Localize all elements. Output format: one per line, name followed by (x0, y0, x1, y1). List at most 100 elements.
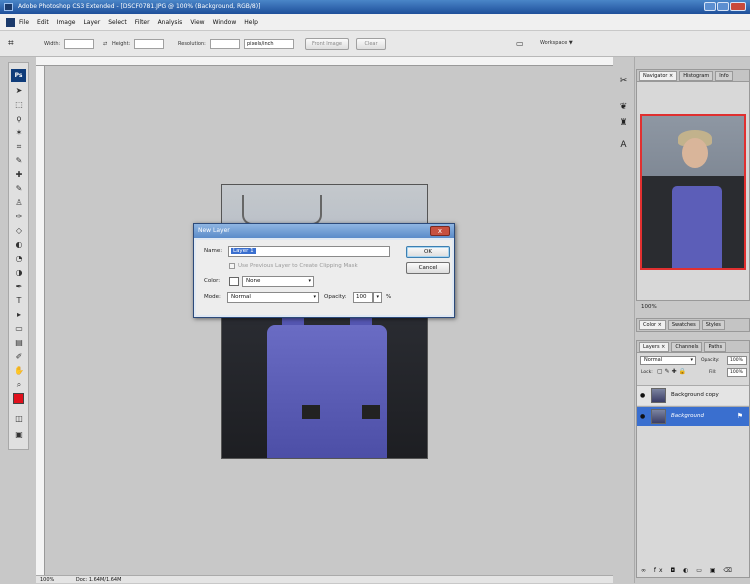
menu-file[interactable]: File (19, 19, 29, 26)
brushes-dock-icon[interactable]: ❦ (617, 101, 630, 113)
pen-tool-icon[interactable]: ✒ (13, 281, 25, 292)
slice-tool-icon[interactable]: ✎ (13, 155, 25, 166)
tab-navigator[interactable]: Navigator × (639, 70, 678, 81)
opacity-input[interactable]: 100 (353, 292, 373, 303)
menu-analysis[interactable]: Analysis (158, 19, 183, 26)
layer-lock-icon: ⚑ (736, 412, 743, 420)
resolution-input[interactable] (210, 39, 240, 49)
path-selection-tool-icon[interactable]: ▸ (13, 309, 25, 320)
blur-tool-icon[interactable]: ◔ (13, 253, 25, 264)
visibility-eye-icon[interactable]: ● (640, 392, 645, 399)
menu-view[interactable]: View (190, 19, 204, 26)
eraser-tool-icon[interactable]: ◇ (13, 225, 25, 236)
opacity-slider-toggle[interactable]: ▾ (373, 292, 382, 303)
fill-label: Fill: (709, 370, 717, 375)
layer-name: Background (671, 413, 704, 419)
close-window-button[interactable] (730, 2, 746, 11)
fill-input[interactable]: 100% (727, 368, 747, 377)
clone-stamp-tool-icon[interactable]: ♙ (13, 197, 25, 208)
tab-histogram[interactable]: Histogram (679, 70, 714, 81)
hand-tool-icon[interactable]: ✋ (13, 365, 25, 376)
clone-dock-icon[interactable]: ♜ (617, 117, 630, 129)
navigator-zoom-value[interactable]: 100% (641, 304, 657, 310)
layer-row-background-copy[interactable]: ● Background copy (637, 385, 749, 405)
tab-channels[interactable]: Channels (671, 341, 703, 352)
tab-styles[interactable]: Styles (701, 320, 725, 330)
opacity-label: Opacity: (324, 294, 347, 300)
ok-button[interactable]: OK (406, 246, 450, 258)
tab-swatches[interactable]: Swatches (667, 320, 700, 330)
character-dock-icon[interactable]: A (617, 139, 630, 151)
status-doc-size: Doc: 1.64M/1.64M (75, 577, 122, 583)
color-select[interactable]: None ▾ (242, 276, 314, 287)
cancel-button[interactable]: Cancel (406, 262, 450, 274)
maximize-button[interactable] (717, 2, 729, 11)
dodge-tool-icon[interactable]: ◑ (13, 267, 25, 278)
photoshop-app-icon (4, 3, 13, 11)
layer-name-input[interactable]: Layer 1 (228, 246, 390, 257)
crop-tool-icon[interactable]: ⌗ (8, 38, 24, 50)
lock-icons[interactable]: ▢ ✎ ✚ 🔒 (657, 368, 686, 375)
shape-tool-icon[interactable]: ▭ (13, 323, 25, 334)
eyedropper-tool-icon[interactable]: ✐ (13, 351, 25, 362)
resolution-label: Resolution: (178, 41, 206, 47)
notes-tool-icon[interactable]: ▤ (13, 337, 25, 348)
clear-button[interactable]: Clear (356, 38, 386, 50)
ps-menu-icon[interactable] (6, 17, 15, 27)
type-tool-icon[interactable]: T (13, 295, 25, 306)
name-label: Name: (204, 248, 223, 254)
workspace-menu[interactable]: Workspace ▼ (540, 40, 573, 46)
foreground-color-swatch[interactable] (13, 393, 24, 404)
width-input[interactable] (64, 39, 94, 49)
clipping-mask-label: Use Previous Layer to Create Clipping Ma… (238, 263, 358, 269)
crop-tool-side-icon[interactable]: ⌗ (13, 141, 25, 152)
menu-window[interactable]: Window (213, 19, 237, 26)
tools-dock-icon[interactable]: ✂ (617, 75, 630, 87)
status-bar: 100% Doc: 1.64M/1.64M (36, 575, 613, 583)
menu-help[interactable]: Help (244, 19, 258, 26)
clipping-mask-checkbox[interactable] (229, 263, 235, 269)
tab-info[interactable]: Info (715, 70, 733, 81)
move-tool-icon[interactable]: ➤ (13, 85, 25, 96)
window-title: Adobe Photoshop CS3 Extended - [DSCF0781… (18, 3, 261, 10)
layers-footer-icons[interactable]: ∞ fx ◘ ◐ ▭ ▣ ⌫ (641, 567, 735, 574)
layer-thumbnail (651, 409, 666, 424)
menu-image[interactable]: Image (57, 19, 76, 26)
visibility-eye-icon[interactable]: ● (640, 413, 645, 420)
width-label: Width: (44, 41, 61, 47)
zoom-tool-icon[interactable]: ⌕ (13, 379, 25, 390)
lasso-tool-icon[interactable]: ϙ (13, 113, 25, 124)
quick-mask-icon[interactable]: ◫ (13, 413, 25, 424)
marquee-tool-icon[interactable]: ⬚ (13, 99, 25, 110)
options-bar: ⌗ Width: ⇄ Height: Resolution: pixels/in… (0, 31, 750, 57)
workspace-icon[interactable]: ▭ (516, 39, 524, 48)
new-layer-dialog: New Layer x Name: Layer 1 Use Previous L… (193, 223, 455, 318)
front-image-button[interactable]: Front Image (305, 38, 349, 50)
layers-opacity-input[interactable]: 100% (727, 356, 747, 365)
gradient-tool-icon[interactable]: ◐ (13, 239, 25, 250)
height-input[interactable] (134, 39, 164, 49)
brush-tool-icon[interactable]: ✎ (13, 183, 25, 194)
status-zoom[interactable]: 100% (40, 577, 54, 583)
tab-color[interactable]: Color × (639, 320, 666, 330)
healing-brush-tool-icon[interactable]: ✚ (13, 169, 25, 180)
tab-layers[interactable]: Layers × (639, 341, 670, 352)
layer-row-background[interactable]: ● Background ⚑ (637, 406, 749, 426)
resolution-unit-select[interactable]: pixels/inch (244, 39, 294, 49)
screen-mode-icon[interactable]: ▣ (13, 429, 25, 440)
navigator-thumbnail[interactable] (640, 114, 746, 270)
minimize-button[interactable] (704, 2, 716, 11)
dialog-close-button[interactable]: x (430, 226, 450, 236)
menu-select[interactable]: Select (108, 19, 127, 26)
blend-mode-select[interactable]: Normal ▾ (640, 356, 696, 365)
mode-select[interactable]: Normal ▾ (227, 292, 319, 303)
swap-icon[interactable]: ⇄ (103, 41, 107, 47)
menu-edit[interactable]: Edit (37, 19, 49, 26)
color-label: Color: (204, 278, 221, 284)
history-brush-tool-icon[interactable]: ✑ (13, 211, 25, 222)
tab-paths[interactable]: Paths (704, 341, 727, 352)
magic-wand-tool-icon[interactable]: ✶ (13, 127, 25, 138)
menu-filter[interactable]: Filter (135, 19, 150, 26)
menu-layer[interactable]: Layer (83, 19, 100, 26)
layers-opacity-label: Opacity: (701, 358, 720, 363)
